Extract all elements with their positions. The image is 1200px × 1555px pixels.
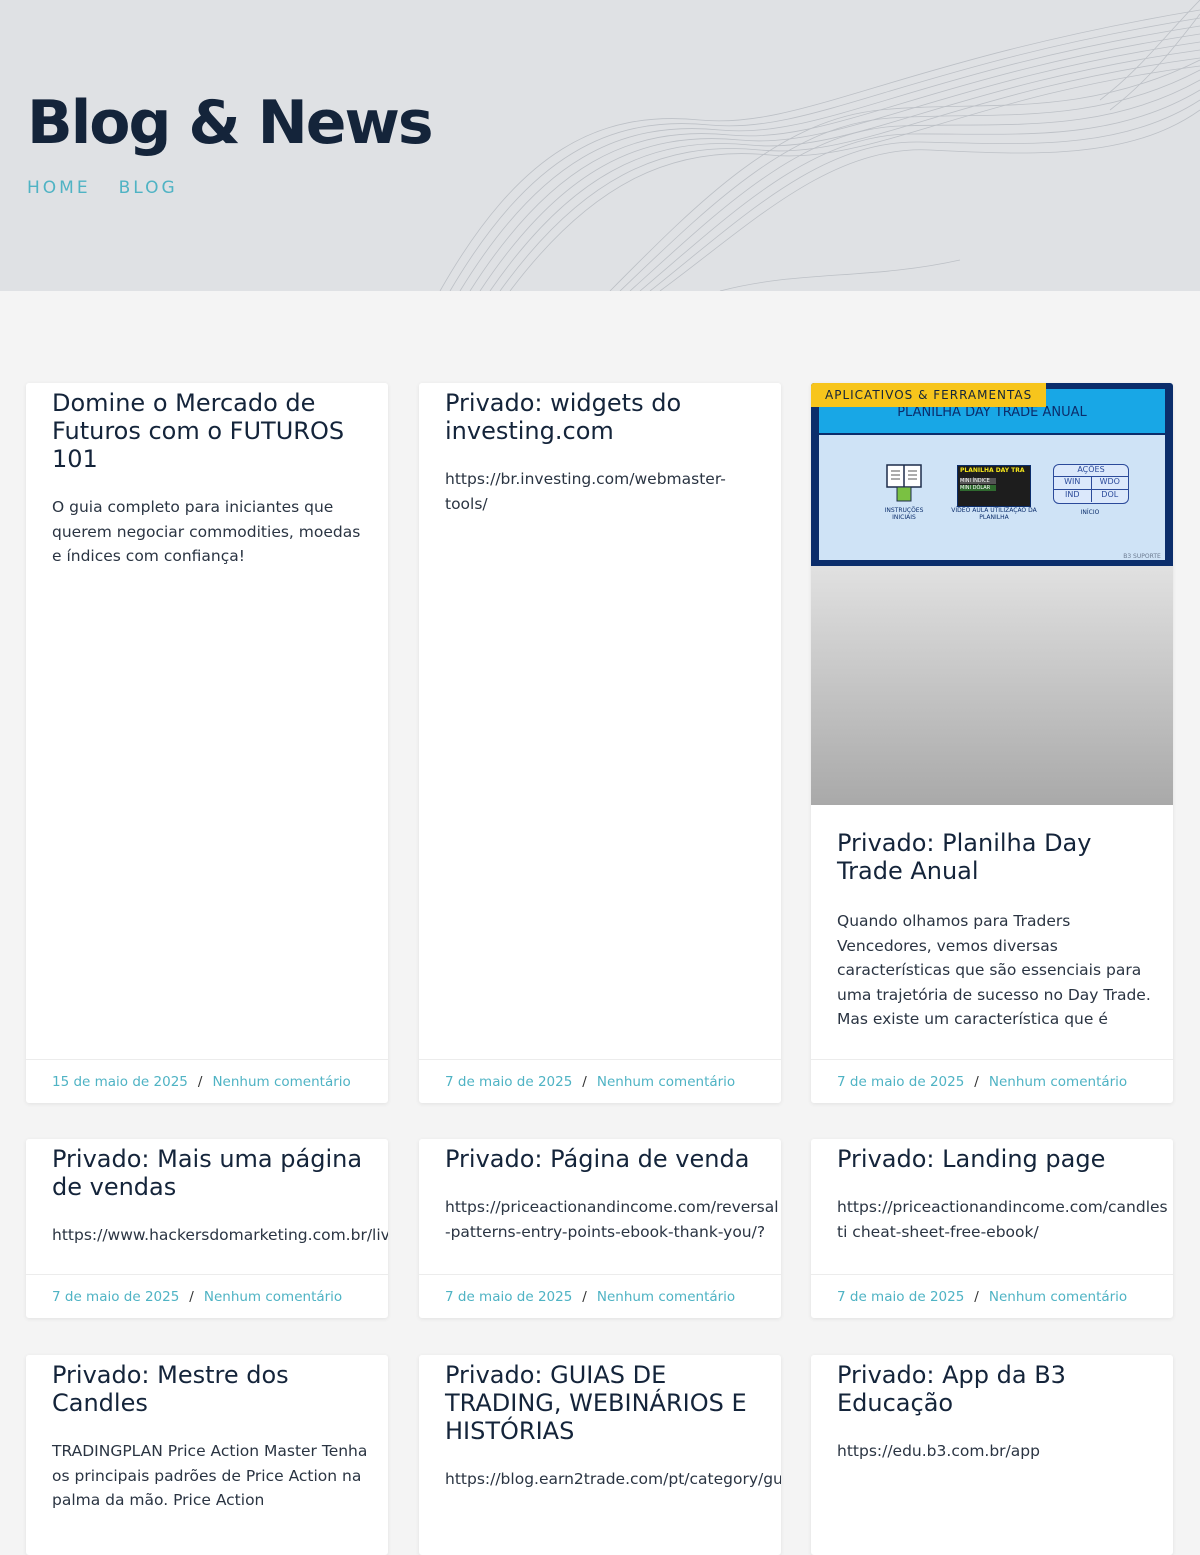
market-selector-grid: AÇÕES WIN WDO IND DOL <box>1053 464 1129 504</box>
post-card[interactable]: Privado: Mais uma página de vendas https… <box>26 1139 388 1318</box>
post-date[interactable]: 15 de maio de 2025 <box>52 1074 188 1090</box>
post-excerpt: https://priceactionandincome.com/candles… <box>837 1198 1168 1241</box>
post-excerpt: https://blog.earn2trade.com/pt/category/… <box>445 1470 781 1488</box>
post-excerpt: O guia completo para iniciantes que quer… <box>52 498 361 565</box>
post-card[interactable]: Privado: App da B3 Educação https://edu.… <box>811 1355 1173 1555</box>
post-comments[interactable]: Nenhum comentário <box>204 1289 342 1305</box>
post-meta: 15 de maio de 2025 / Nenhum comentário <box>26 1059 388 1103</box>
meta-separator: / <box>974 1288 979 1305</box>
wdo-cell: WDO <box>1099 477 1120 486</box>
post-card[interactable]: Privado: Landing page https://priceactio… <box>811 1139 1173 1318</box>
post-meta: 7 de maio de 2025 / Nenhum comentário <box>26 1274 388 1318</box>
post-title[interactable]: Privado: GUIAS DE TRADING, WEBINÁRIOS E … <box>445 1361 781 1445</box>
acoes-cell: AÇÕES <box>1054 465 1128 477</box>
meta-separator: / <box>582 1288 587 1305</box>
meta-separator: / <box>197 1073 203 1090</box>
spreadsheet-preview-image: PLANILHA DAY TRADE ANUAL INSTRUÇÕES INIC… <box>811 383 1173 566</box>
post-title[interactable]: Privado: Landing page <box>837 1145 1173 1173</box>
breadcrumb: HOME BLOG <box>27 178 178 198</box>
post-excerpt: https://br.investing.com/webmaster-tools… <box>445 470 726 513</box>
post-title[interactable]: Privado: widgets do investing.com <box>445 389 781 445</box>
meta-separator: / <box>189 1288 194 1305</box>
post-date[interactable]: 7 de maio de 2025 <box>837 1074 964 1090</box>
post-excerpt: https://www.hackersdomarketing.com.br/li… <box>52 1226 388 1244</box>
page-header: Blog & News HOME BLOG <box>0 0 1200 291</box>
spreadsheet-title: PLANILHA DAY TRADE ANUAL <box>897 405 1087 420</box>
post-title[interactable]: Domine o Mercado de Futuros com o FUTURO… <box>52 389 388 473</box>
post-excerpt: TRADINGPLAN Price Action Master Tenha os… <box>52 1442 368 1509</box>
post-date[interactable]: 7 de maio de 2025 <box>445 1289 572 1305</box>
post-thumbnail[interactable]: APLICATIVOS & FERRAMENTAS PLANILHA DAY T… <box>811 383 1173 805</box>
post-meta: 7 de maio de 2025 / Nenhum comentário <box>811 1059 1173 1103</box>
post-card[interactable]: Domine o Mercado de Futuros com o FUTURO… <box>26 383 388 1103</box>
post-meta: 7 de maio de 2025 / Nenhum comentário <box>419 1274 781 1318</box>
breadcrumb-blog[interactable]: BLOG <box>119 178 178 198</box>
post-card[interactable]: Privado: Mestre dos Candles TRADINGPLAN … <box>26 1355 388 1555</box>
inicio-label: INÍCIO <box>1080 509 1100 516</box>
post-title[interactable]: Privado: Página de venda <box>445 1145 781 1173</box>
mini-indice-label: MINI ÍNDICE <box>960 478 996 484</box>
post-comments[interactable]: Nenhum comentário <box>989 1074 1127 1090</box>
support-label: B3 SUPORTE <box>1123 553 1161 560</box>
instructions-label: INSTRUÇÕES INICIAIS <box>884 507 924 521</box>
spreadsheet-mini-panel: PLANILHA DAY TRA MINI ÍNDICE MINI DÓLAR <box>957 465 1031 507</box>
breadcrumb-home[interactable]: HOME <box>27 178 91 198</box>
post-comments[interactable]: Nenhum comentário <box>597 1074 735 1090</box>
meta-separator: / <box>582 1073 587 1090</box>
post-card[interactable]: APLICATIVOS & FERRAMENTAS PLANILHA DAY T… <box>811 383 1173 1103</box>
post-title[interactable]: Privado: App da B3 Educação <box>837 1361 1173 1417</box>
category-badge[interactable]: APLICATIVOS & FERRAMENTAS <box>811 383 1047 407</box>
dol-cell: DOL <box>1101 490 1119 499</box>
post-title[interactable]: Privado: Mais uma página de vendas <box>52 1145 388 1201</box>
post-comments[interactable]: Nenhum comentário <box>597 1289 735 1305</box>
post-card[interactable]: Privado: GUIAS DE TRADING, WEBINÁRIOS E … <box>419 1355 781 1555</box>
post-meta: 7 de maio de 2025 / Nenhum comentário <box>419 1059 781 1103</box>
spreadsheet-canvas: PLANILHA DAY TRADE ANUAL INSTRUÇÕES INIC… <box>819 389 1165 560</box>
post-excerpt: https://priceactionandincome.com/reversa… <box>445 1198 779 1241</box>
post-comments[interactable]: Nenhum comentário <box>989 1289 1127 1305</box>
post-date[interactable]: 7 de maio de 2025 <box>837 1289 964 1305</box>
page-title: Blog & News <box>27 88 434 158</box>
book-icon <box>886 464 922 502</box>
post-excerpt: https://edu.b3.com.br/app <box>837 1442 1040 1460</box>
post-card[interactable]: Privado: Página de venda https://priceac… <box>419 1139 781 1318</box>
post-date[interactable]: 7 de maio de 2025 <box>445 1074 572 1090</box>
post-card[interactable]: Privado: widgets do investing.com https:… <box>419 383 781 1103</box>
meta-separator: / <box>974 1073 979 1090</box>
spreadsheet-mini-title: PLANILHA DAY TRA <box>960 467 1025 474</box>
market-row: IND DOL <box>1054 490 1128 502</box>
post-title[interactable]: Privado: Planilha Day Trade Anual <box>837 829 1173 885</box>
video-label: VÍDEO AULA UTILIZAÇÃO DA PLANILHA <box>951 507 1037 521</box>
mini-dolar-label: MINI DÓLAR <box>960 485 996 491</box>
ind-cell: IND <box>1054 490 1092 502</box>
post-date[interactable]: 7 de maio de 2025 <box>52 1289 179 1305</box>
post-comments[interactable]: Nenhum comentário <box>212 1074 350 1090</box>
post-excerpt: Quando olhamos para Traders Vencedores, … <box>837 912 1151 1028</box>
post-meta: 7 de maio de 2025 / Nenhum comentário <box>811 1274 1173 1318</box>
win-cell: WIN <box>1054 477 1092 489</box>
post-title[interactable]: Privado: Mestre dos Candles <box>52 1361 388 1417</box>
market-row: WIN WDO <box>1054 477 1128 490</box>
